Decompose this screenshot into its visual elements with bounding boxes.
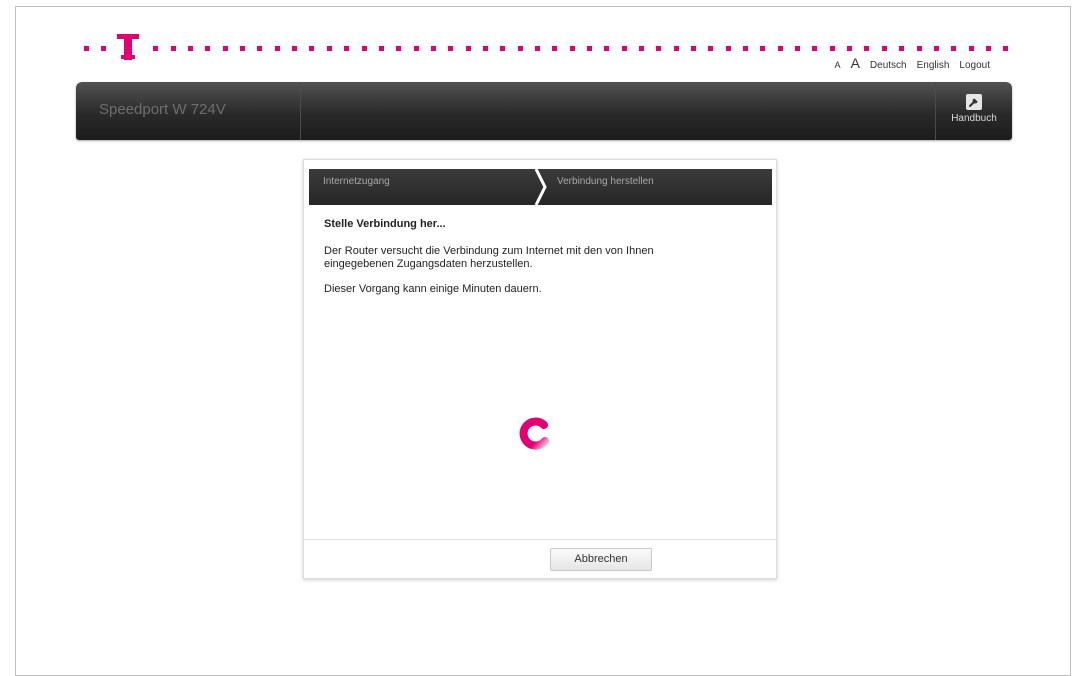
logo-dot: [569, 46, 575, 51]
logo-dot: [344, 46, 350, 51]
top-links: A A Deutsch English Logout: [835, 55, 990, 71]
logo-dot: [968, 46, 974, 51]
step-separator-chevron: [534, 169, 547, 205]
loading-spinner-icon: [519, 417, 549, 450]
logo-dot: [361, 46, 367, 51]
handbuch-button[interactable]: Handbuch: [935, 82, 1012, 140]
logo-dot: [396, 46, 402, 51]
logo-dot: [621, 46, 627, 51]
logo-dot: [656, 46, 662, 51]
logo-dot: [639, 46, 644, 51]
language-english-link[interactable]: English: [917, 60, 950, 71]
logo-dot: [517, 46, 523, 51]
logo-dot: [864, 46, 870, 51]
logo-dot: [274, 46, 280, 51]
logo-dots: [84, 46, 1009, 52]
dialog-title: Stelle Verbindung her...: [324, 218, 446, 230]
wrench-icon: [966, 94, 982, 110]
logout-link[interactable]: Logout: [959, 60, 990, 71]
logo-dot: [430, 46, 436, 51]
logo-dot: [222, 46, 228, 51]
dialog-description: Der Router versucht die Verbindung zum I…: [324, 245, 654, 270]
font-size-large-link[interactable]: A: [851, 55, 860, 71]
logo-dot: [847, 46, 853, 51]
logo-dot: [465, 46, 471, 51]
language-deutsch-link[interactable]: Deutsch: [870, 60, 907, 71]
logo-dot: [725, 46, 731, 51]
cancel-button[interactable]: Abbrechen: [550, 548, 652, 571]
handbuch-label: Handbuch: [951, 113, 997, 124]
logo-dot: [673, 46, 679, 51]
logo-dot: [448, 46, 454, 51]
logo-dot: [1003, 46, 1009, 51]
logo-dot: [101, 46, 107, 51]
logo-dot: [795, 46, 801, 51]
header-bar: Speedport W 724V Handbuch: [76, 82, 1012, 140]
logo-dot: [378, 46, 384, 51]
logo-dot: [881, 46, 887, 51]
product-name: Speedport W 724V: [99, 101, 226, 118]
logo-dot: [482, 46, 488, 51]
step-verbindung-herstellen: Verbindung herstellen: [557, 176, 654, 187]
logo-dot: [205, 46, 211, 51]
logo-dot: [604, 46, 610, 51]
logo-dot: [188, 46, 194, 51]
logo-dot: [743, 46, 749, 51]
header-divider: [300, 82, 301, 140]
logo-dot: [933, 46, 939, 51]
font-size-small-link[interactable]: A: [835, 60, 841, 70]
logo-dot: [829, 46, 835, 51]
logo-dot: [534, 46, 540, 51]
logo-dot: [292, 46, 298, 51]
logo-dot: [413, 46, 419, 51]
logo-dot: [257, 46, 263, 51]
logo-dot: [812, 46, 818, 51]
dialog-duration-note: Dieser Vorgang kann einige Minuten dauer…: [324, 283, 542, 295]
logo-dot: [500, 46, 506, 51]
logo-dot: [951, 46, 957, 51]
logo-dot: [899, 46, 905, 51]
dialog-footer: Abbrechen: [304, 539, 776, 578]
logo-dot: [777, 46, 783, 51]
logo-dot: [309, 46, 315, 51]
logo-dot: [552, 46, 558, 51]
logo-dot: [691, 46, 697, 51]
logo-dot: [84, 46, 89, 51]
telekom-t-logo: [115, 30, 141, 60]
logo-dot: [708, 46, 714, 51]
connection-dialog: Internetzugang Verbindung herstellen Ste…: [303, 159, 777, 579]
step-internetzugang: Internetzugang: [323, 176, 390, 187]
logo-dot: [326, 46, 332, 51]
logo-dot: [170, 46, 176, 51]
logo-dot: [760, 46, 766, 51]
wizard-steps: Internetzugang Verbindung herstellen: [309, 169, 772, 205]
logo-dot: [240, 46, 246, 51]
logo-dot: [153, 46, 159, 51]
logo-dot: [586, 46, 592, 51]
logo-dot: [916, 46, 922, 51]
logo-dot: [985, 46, 991, 51]
